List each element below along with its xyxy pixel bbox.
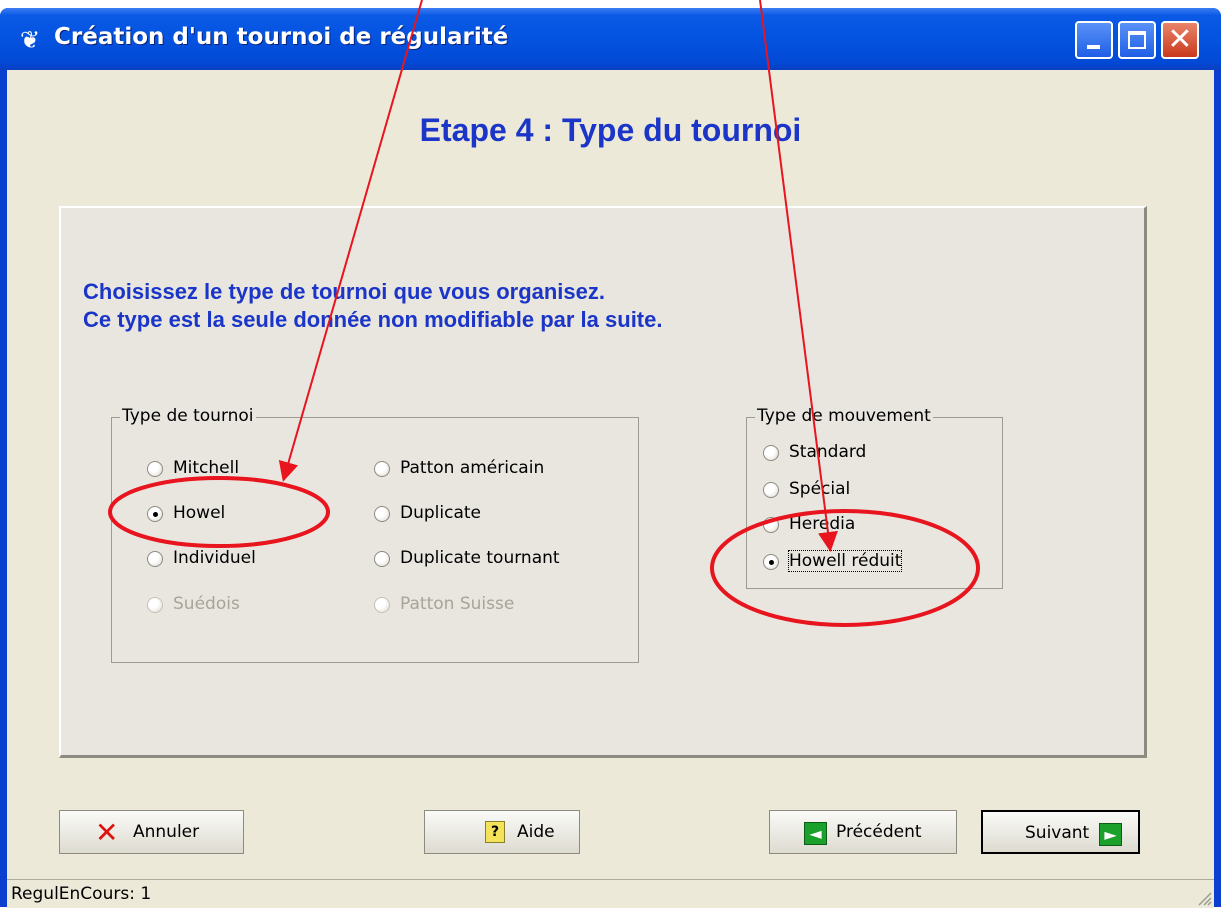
radio-label: Standard xyxy=(789,442,867,462)
radio-dot[interactable] xyxy=(147,506,163,522)
close-icon: ✕ xyxy=(1167,22,1193,57)
radio-dot[interactable] xyxy=(763,482,779,498)
dialog-window: ❦ Création d'un tournoi de régularité ✕ … xyxy=(0,8,1221,908)
title-bar[interactable]: ❦ Création d'un tournoi de régularité ✕ xyxy=(0,8,1221,70)
window-title: Création d'un tournoi de régularité xyxy=(54,24,509,50)
status-text: RegulEnCours: 1 xyxy=(11,884,152,904)
status-bar: RegulEnCours: 1 xyxy=(7,879,1214,908)
radio-label: Howell réduit xyxy=(787,550,903,572)
step-heading: Etape 4 : Type du tournoi xyxy=(419,112,802,148)
radio-label: Patton Suisse xyxy=(400,594,515,614)
previous-label: Précédent xyxy=(836,822,922,842)
content-panel: Choisissez le type de tournoi que vous o… xyxy=(59,206,1147,758)
tournament-icon: ❦ xyxy=(19,26,41,54)
button-bar: ✕ Annuler ? Aide ◄ Précédent Suivant ► xyxy=(7,810,1214,860)
radio-dot[interactable] xyxy=(147,461,163,477)
radio-label: Suédois xyxy=(173,594,240,614)
radio-label: Individuel xyxy=(173,548,256,568)
tournament-type-legend: Type de tournoi xyxy=(120,406,256,426)
resize-grip-icon[interactable] xyxy=(1194,888,1212,906)
dialog-body: Etape 4 : Type du tournoi Choisissez le … xyxy=(7,70,1214,908)
radio-label: Duplicate tournant xyxy=(400,548,560,568)
radio-dot[interactable] xyxy=(763,517,779,533)
radio-dot[interactable] xyxy=(374,551,390,567)
minimize-button[interactable] xyxy=(1075,21,1113,59)
arrow-left-icon: ◄ xyxy=(804,822,827,845)
cancel-label: Annuler xyxy=(133,822,200,842)
movement-type-legend: Type de mouvement xyxy=(755,406,933,426)
help-button[interactable]: ? Aide xyxy=(424,810,580,854)
radio-label: Patton américain xyxy=(400,458,545,478)
instruction-line-1: Choisissez le type de tournoi que vous o… xyxy=(83,279,605,304)
previous-button[interactable]: ◄ Précédent xyxy=(769,810,957,854)
minimize-icon xyxy=(1087,45,1100,49)
radio-label: Duplicate xyxy=(400,503,481,523)
tournament-type-group: Type de tournoi Mitchell Howel Individue… xyxy=(111,406,639,663)
radio-dot[interactable] xyxy=(374,461,390,477)
radio-dot[interactable] xyxy=(763,445,779,461)
radio-dot[interactable] xyxy=(763,554,779,570)
help-label: Aide xyxy=(517,822,555,842)
radio-dot xyxy=(147,597,163,613)
close-button[interactable]: ✕ xyxy=(1161,21,1199,59)
radio-dot xyxy=(374,597,390,613)
cancel-button[interactable]: ✕ Annuler xyxy=(59,810,244,854)
next-label: Suivant xyxy=(1025,823,1090,843)
instruction-line-2: Ce type est la seule donnée non modifiab… xyxy=(83,307,663,332)
maximize-icon xyxy=(1128,31,1146,49)
cancel-x-icon: ✕ xyxy=(95,816,119,849)
instructions: Choisissez le type de tournoi que vous o… xyxy=(83,278,662,334)
help-question-icon: ? xyxy=(485,821,505,843)
maximize-button[interactable] xyxy=(1118,21,1156,59)
arrow-right-icon: ► xyxy=(1099,823,1122,846)
next-button[interactable]: Suivant ► xyxy=(981,810,1140,854)
radio-label: Spécial xyxy=(789,479,851,499)
movement-type-group: Type de mouvement Standard Spécial Hered… xyxy=(746,406,1003,589)
radio-dot[interactable] xyxy=(147,551,163,567)
radio-label: Heredia xyxy=(789,514,856,534)
radio-dot[interactable] xyxy=(374,506,390,522)
radio-label: Mitchell xyxy=(173,458,240,478)
radio-label: Howel xyxy=(173,503,226,523)
